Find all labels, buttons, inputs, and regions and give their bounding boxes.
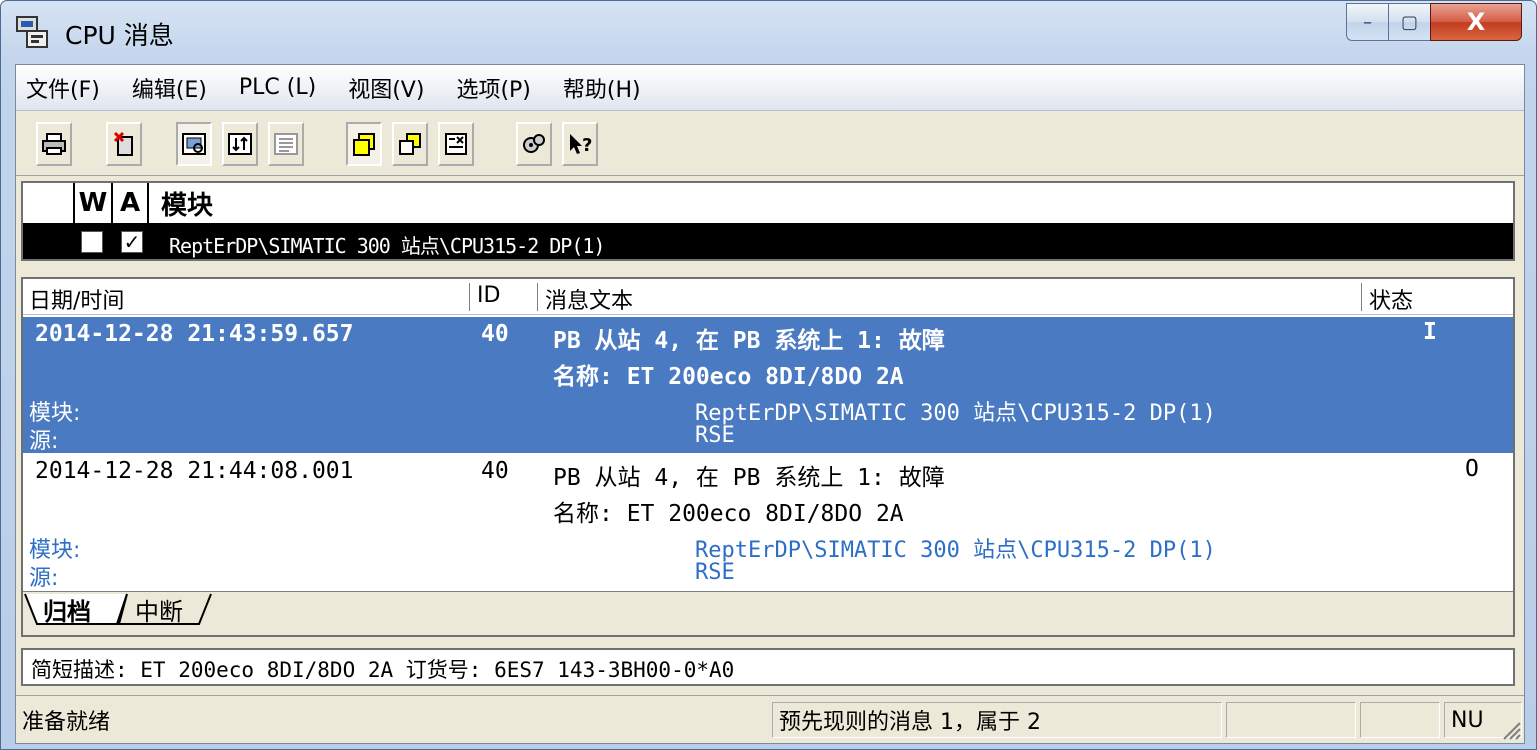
source-label: 源: (29, 429, 59, 454)
tab-interrupt[interactable]: 中断 (135, 592, 183, 626)
w-checkbox[interactable] (81, 231, 103, 253)
maximize-button[interactable]: ▢ (1388, 3, 1430, 41)
column-a[interactable]: A (113, 183, 149, 223)
source-value: RSE (695, 423, 735, 448)
status-cell-empty (1226, 702, 1356, 738)
client-area: 文件(F) 编辑(E) PLC (L) 视图(V) 选项(P) 帮助(H) ? … (15, 64, 1525, 744)
menu-plc[interactable]: PLC (L) (239, 75, 316, 100)
menu-options[interactable]: 选项(P) (456, 72, 530, 104)
column-module[interactable]: 模块 (149, 183, 1513, 223)
message-list-header: 日期/时间 ID 消息文本 状态 (23, 279, 1513, 315)
message-status: O (1465, 456, 1479, 482)
menu-view[interactable]: 视图(V) (348, 72, 424, 104)
source-label: 源: (29, 566, 59, 591)
window-front-icon (353, 133, 375, 156)
interrupt-view-button[interactable] (222, 122, 258, 166)
menu-bar: 文件(F) 编辑(E) PLC (L) 视图(V) 选项(P) 帮助(H) (16, 65, 1524, 111)
window-all-icon (399, 133, 421, 155)
status-ready: 准备就绪 (22, 710, 111, 735)
header-divider[interactable] (1361, 283, 1362, 311)
module-value: ReptErDP\SIMATIC 300 站点\CPU315-2 DP(1) (695, 538, 1216, 563)
source-value: RSE (695, 560, 735, 585)
svg-text:?: ? (582, 135, 592, 156)
message-datetime: 2014-12-28 21:43:59.657 (35, 321, 354, 347)
header-status[interactable]: 状态 (1369, 283, 1413, 315)
tab-archive[interactable]: 归档 (43, 592, 91, 626)
header-datetime[interactable]: 日期/时间 (29, 283, 124, 315)
status-cell-empty (1360, 702, 1440, 738)
settings-button[interactable] (516, 122, 552, 166)
delete-button[interactable] (106, 122, 142, 166)
message-text: PB 从站 4, 在 PB 系统上 1: 故障 (553, 465, 945, 491)
module-list-header: W A 模块 (23, 183, 1513, 225)
archive-view-icon (182, 133, 206, 155)
menu-edit[interactable]: 编辑(E) (132, 72, 207, 104)
context-help-icon: ? (570, 134, 592, 156)
a-checkbox[interactable]: ✓ (121, 231, 143, 253)
context-help-button[interactable]: ? (562, 122, 598, 166)
minimize-button[interactable]: – (1346, 3, 1388, 41)
window-front-button[interactable] (346, 122, 382, 166)
filter-icon (445, 133, 467, 155)
message-name: 名称: ET 200eco 8DI/8DO 2A (553, 501, 904, 527)
close-button[interactable]: X (1430, 3, 1522, 41)
message-text: PB 从站 4, 在 PB 系统上 1: 故障 (553, 328, 945, 354)
message-id: 40 (481, 458, 509, 484)
menu-file[interactable]: 文件(F) (26, 72, 100, 104)
archive-view-button[interactable] (176, 122, 212, 166)
window-all-button[interactable] (392, 122, 428, 166)
status-message-info: 预先现则的消息 1，属于 2 (772, 702, 1222, 738)
menu-help[interactable]: 帮助(H) (563, 72, 641, 104)
settings-icon (523, 134, 545, 153)
module-value: ReptErDP\SIMATIC 300 站点\CPU315-2 DP(1) (695, 401, 1216, 426)
filter-button[interactable] (438, 122, 474, 166)
short-description: 简短描述: ET 200eco 8DI/8DO 2A 订货号: 6ES7 143… (21, 648, 1515, 686)
module-path: ReptErDP\SIMATIC 300 站点\CPU315-2 DP(1) (169, 234, 605, 258)
cpu-messages-window: CPU 消息 – ▢ X 文件(F) 编辑(E) PLC (L) 视图(V) 选… (0, 0, 1537, 750)
app-icon (16, 16, 48, 48)
text-view-icon (274, 133, 298, 155)
header-id[interactable]: ID (477, 283, 500, 308)
column-w[interactable]: W (75, 183, 113, 223)
window-controls: – ▢ X (1346, 3, 1522, 43)
toolbar: ? (16, 112, 1524, 176)
module-list: W A 模块 ✓ ReptErDP\SIMATIC 300 站点\CPU315-… (21, 181, 1515, 261)
message-datetime: 2014-12-28 21:44:08.001 (35, 458, 354, 484)
message-name: 名称: ET 200eco 8DI/8DO 2A (553, 364, 904, 390)
header-divider[interactable] (537, 283, 538, 311)
message-id: 40 (481, 321, 509, 347)
message-row-selected[interactable]: 2014-12-28 21:43:59.657 40 PB 从站 4, 在 PB… (23, 317, 1513, 454)
header-text[interactable]: 消息文本 (545, 283, 633, 315)
message-status: I (1423, 319, 1437, 345)
message-list: 日期/时间 ID 消息文本 状态 2014-12-28 21:43:59.657… (21, 277, 1515, 637)
tab-bar: 归档 中断 (23, 591, 1513, 635)
module-row[interactable]: ✓ ReptErDP\SIMATIC 300 站点\CPU315-2 DP(1) (23, 225, 1513, 259)
interrupt-view-icon (228, 133, 252, 155)
message-row[interactable]: 2014-12-28 21:44:08.001 40 PB 从站 4, 在 PB… (23, 454, 1513, 591)
text-view-button[interactable] (268, 122, 304, 166)
print-button[interactable] (36, 122, 72, 166)
status-bar: 准备就绪 预先现则的消息 1，属于 2 NU (16, 695, 1524, 743)
module-header-blank (23, 183, 75, 223)
window-title: CPU 消息 (65, 21, 174, 50)
print-icon (42, 133, 66, 155)
title-bar[interactable]: CPU 消息 – ▢ X (1, 1, 1536, 63)
resize-grip-icon[interactable] (1496, 715, 1522, 741)
header-divider[interactable] (469, 283, 470, 311)
delete-icon (113, 131, 133, 156)
